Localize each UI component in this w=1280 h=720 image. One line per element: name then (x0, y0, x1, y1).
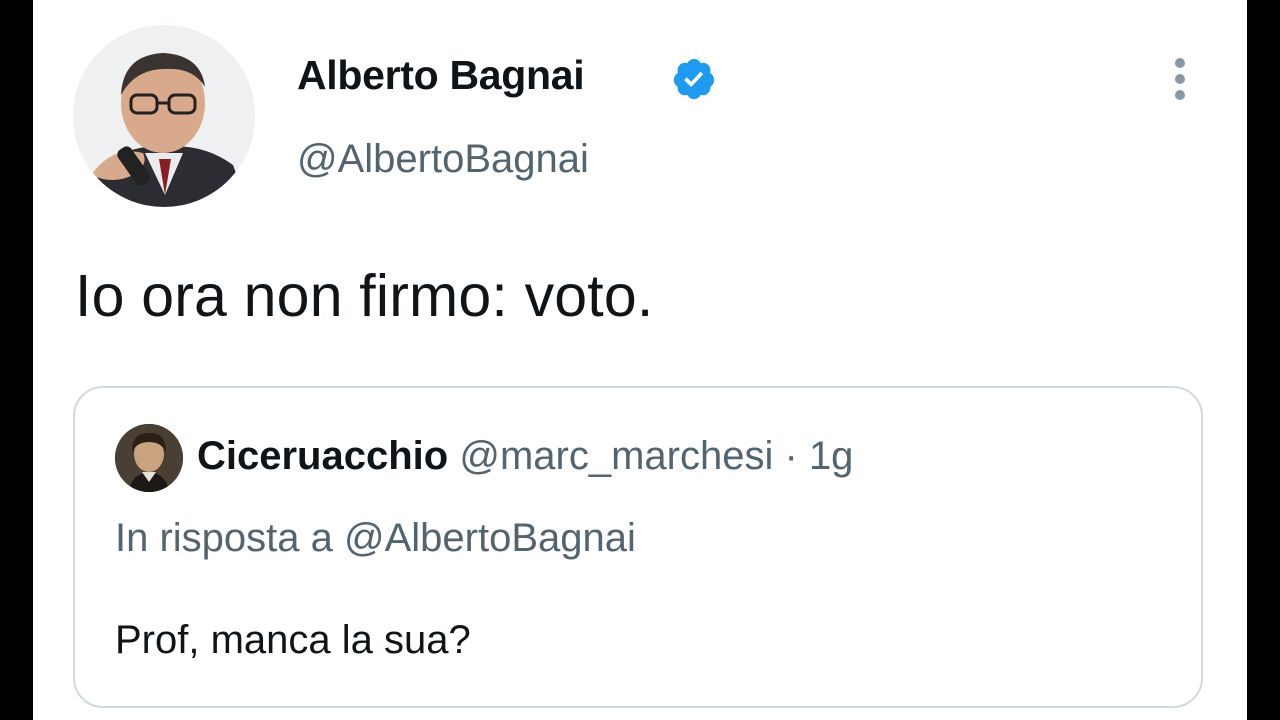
quoted-tweet[interactable]: Ciceruacchio @marc_marchesi · 1g In risp… (73, 386, 1203, 708)
quoted-author-avatar-image (115, 424, 183, 492)
quoted-timestamp[interactable]: 1g (809, 434, 854, 478)
more-dot (1175, 74, 1185, 84)
reply-context: In risposta a @AlbertoBagnai (115, 516, 636, 560)
author-handle[interactable]: @AlbertoBagnai (297, 137, 589, 182)
author-avatar-image (73, 25, 255, 207)
quoted-tweet-text: Prof, manca la sua? (115, 618, 471, 662)
quoted-author-handle[interactable]: @marc_marchesi (459, 434, 773, 478)
quoted-separator: · (784, 434, 798, 478)
quoted-author-avatar[interactable] (115, 424, 183, 492)
more-vertical-icon[interactable] (1163, 54, 1199, 104)
tweet-card: Alberto Bagnai @AlbertoBagnai Io ora non… (33, 0, 1247, 720)
author-display-name[interactable]: Alberto Bagnai (297, 52, 585, 99)
quoted-author-name[interactable]: Ciceruacchio (197, 434, 448, 478)
tweet-text: Io ora non firmo: voto. (75, 263, 654, 329)
more-dot (1175, 58, 1185, 68)
more-dot (1175, 90, 1185, 100)
quoted-header: Ciceruacchio @marc_marchesi · 1g (197, 434, 853, 479)
author-avatar[interactable] (73, 25, 255, 207)
verified-badge-icon (673, 58, 715, 100)
